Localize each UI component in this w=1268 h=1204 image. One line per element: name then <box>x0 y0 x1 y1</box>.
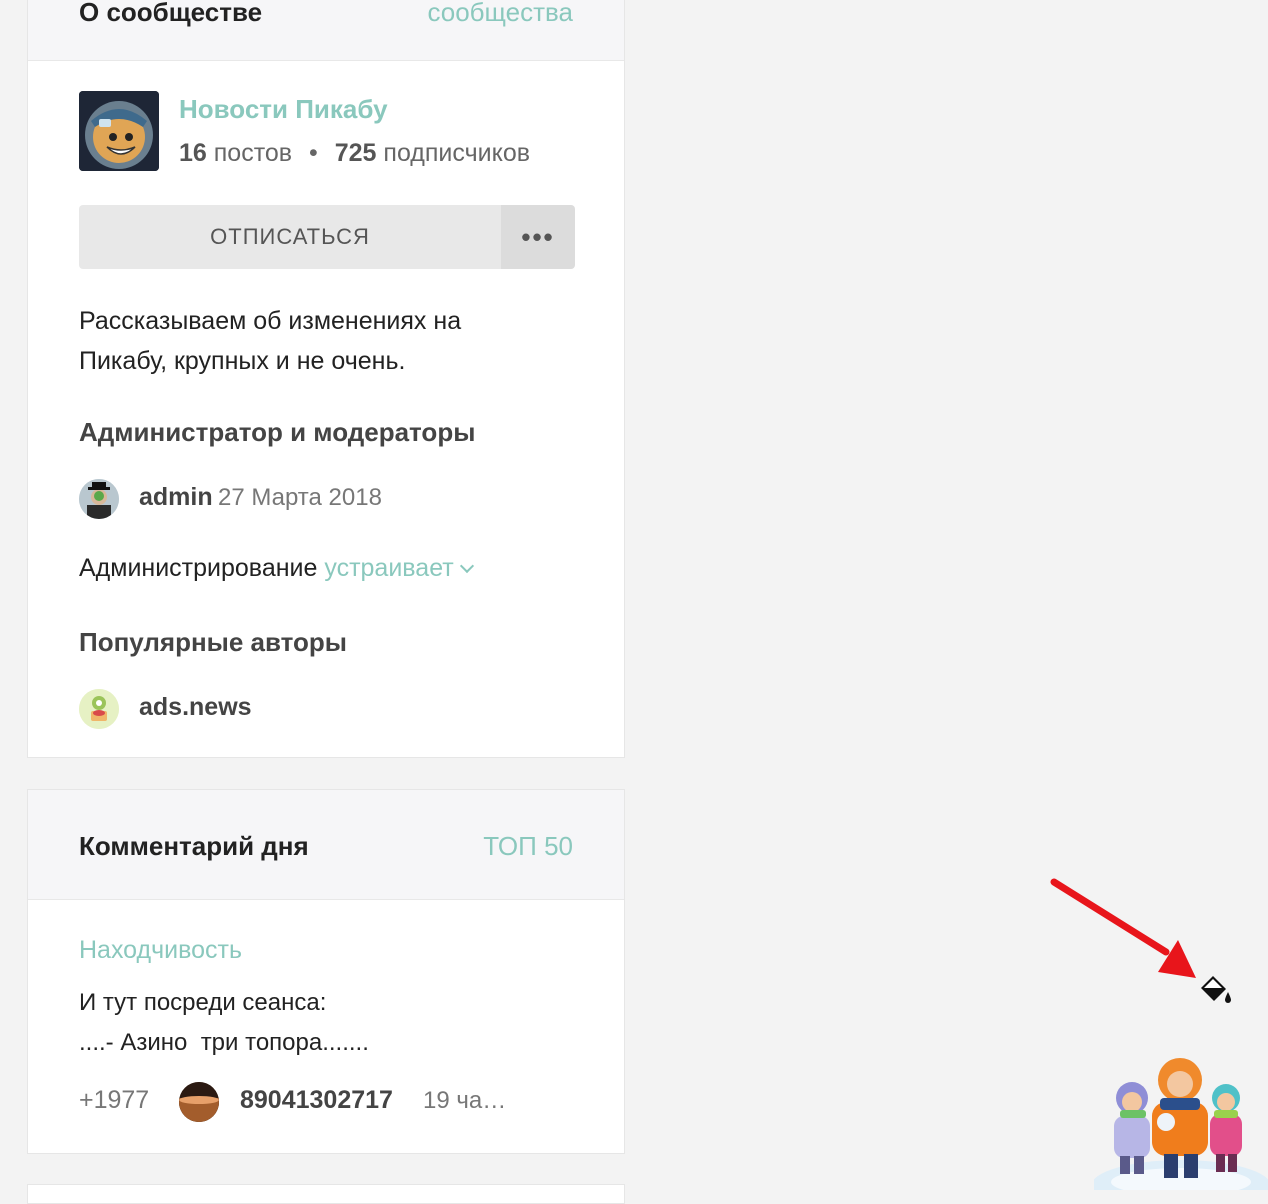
community-avatar[interactable] <box>79 91 159 171</box>
community-stats: 16 постов • 725 подписчиков <box>179 139 530 168</box>
comment-header-title: Комментарий дня <box>79 831 309 861</box>
community-card: О сообществе сообщества Новости Пикабу 1… <box>27 0 625 758</box>
admin-date: 27 Марта 2018 <box>218 484 382 511</box>
comment-post-title[interactable]: Находчивость <box>79 936 242 965</box>
comment-user-name[interactable]: 89041302717 <box>240 1086 393 1115</box>
comment-time: 19 ча… <box>423 1087 507 1114</box>
author-avatar[interactable] <box>79 689 119 729</box>
more-options-button[interactable]: ••• <box>501 205 575 269</box>
next-card-edge <box>27 1184 625 1204</box>
winter-mascot[interactable] <box>1094 1056 1268 1190</box>
community-header-title: О сообществе <box>79 0 263 27</box>
comment-user-avatar[interactable] <box>179 1082 219 1122</box>
subscribers-label: подписчиков <box>383 139 531 167</box>
admin-rating: Администрирование устраивает <box>79 554 474 583</box>
admin-avatar[interactable] <box>79 479 119 519</box>
popular-authors-title: Популярные авторы <box>79 627 348 657</box>
stats-separator: • <box>309 139 318 167</box>
posts-count: 16 <box>179 139 207 167</box>
admin-rating-dropdown[interactable]: устраивает <box>324 554 474 582</box>
popular-author-name[interactable]: ads.news <box>139 693 252 722</box>
community-name[interactable]: Новости Пикабу <box>179 94 388 125</box>
red-arrow <box>1050 878 1196 978</box>
subscribers-count: 725 <box>334 139 377 167</box>
admin-rating-label: Администрирование <box>79 554 318 582</box>
top50-link[interactable]: ТОП 50 <box>483 831 573 862</box>
admin-rating-value[interactable]: устраивает <box>324 554 453 582</box>
comment-card-header: Комментарий дня ТОП 50 <box>28 790 624 900</box>
posts-label: постов <box>213 139 293 167</box>
community-card-header: О сообществе сообщества <box>28 0 624 61</box>
comment-of-day-card: Комментарий дня ТОП 50 Находчивость И ту… <box>27 789 625 1154</box>
unsubscribe-button[interactable]: ОТПИСАТЬСЯ <box>79 205 501 269</box>
comment-text: И тут посреди сеанса: ....- Азино три то… <box>79 989 369 1056</box>
community-description: Рассказываем об изменениях на Пикабу, кр… <box>79 307 462 375</box>
comment-rating: +1977 <box>79 1086 150 1114</box>
chevron-down-icon[interactable] <box>459 558 474 574</box>
admins-section-title: Администратор и модераторы <box>79 417 476 447</box>
community-header-link[interactable]: сообщества <box>427 0 573 28</box>
paint-bucket-icon[interactable] <box>1196 972 1236 1008</box>
admin-name[interactable]: admin <box>139 483 213 512</box>
